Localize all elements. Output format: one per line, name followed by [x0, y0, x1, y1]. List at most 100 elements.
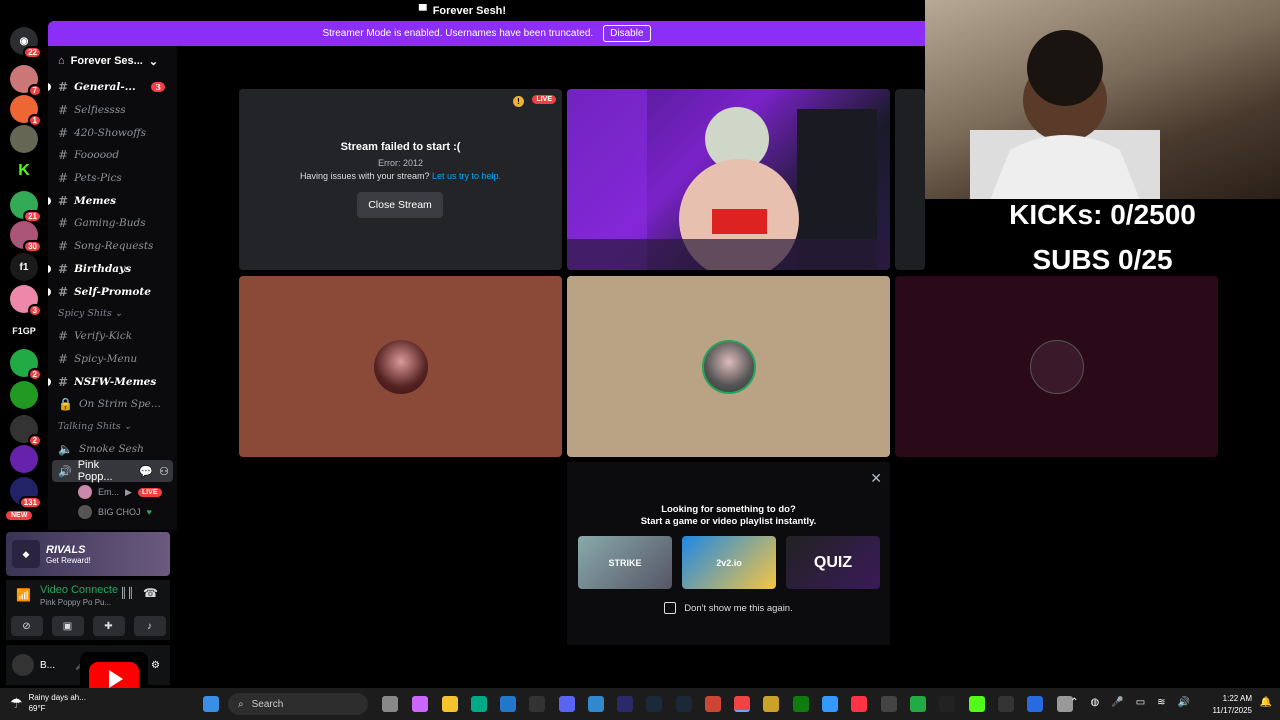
channel-item[interactable]: # Birthdays: [48, 258, 177, 281]
server-icon-4[interactable]: 21: [10, 191, 42, 223]
soundboard-button[interactable]: ♪: [133, 616, 166, 636]
xbox-icon[interactable]: [793, 696, 809, 712]
epic-games-icon[interactable]: [529, 696, 545, 712]
start-icon[interactable]: [203, 696, 219, 712]
obs-icon[interactable]: [705, 696, 721, 712]
rivals-promo[interactable]: ◆ RIVALS Get Reward!: [6, 532, 170, 576]
network-icon[interactable]: ◍: [1091, 697, 1100, 708]
active-voice-channel[interactable]: 🔊 Pink Popp... 💬 ⚇: [52, 459, 173, 483]
server-icon-7[interactable]: 2: [10, 349, 42, 381]
server-icon-10[interactable]: [10, 445, 38, 473]
channel-item[interactable]: # Foooood: [48, 144, 177, 167]
game-card-strike[interactable]: STRIKE: [578, 536, 672, 589]
app-icon[interactable]: [588, 696, 604, 712]
game-card-quiz[interactable]: QUIZ: [786, 536, 880, 589]
notification-icon[interactable]: 🔔: [1260, 697, 1272, 708]
channel-label: Song-Requests: [74, 240, 154, 253]
stream-tile-failed[interactable]: ! LIVE Stream failed to start :( Error: …: [239, 89, 562, 270]
volume-icon[interactable]: 🔊: [1178, 697, 1190, 708]
participant-tile-2[interactable]: [567, 276, 890, 457]
disable-button[interactable]: Disable: [603, 25, 651, 42]
channel-item[interactable]: # Verify-Kick: [48, 325, 177, 348]
channel-item[interactable]: # General-... 3: [48, 76, 177, 99]
chevron-up-icon[interactable]: ⌃: [1070, 697, 1078, 708]
chrome-icon[interactable]: [734, 696, 750, 712]
voice-user[interactable]: BIG CHOJ ♥: [48, 502, 177, 522]
file-explorer-icon[interactable]: [442, 696, 458, 712]
category-talking[interactable]: Talking Shits ⌄: [48, 416, 177, 438]
channel-item[interactable]: # Self-Promote: [48, 280, 177, 303]
f1gp-server-icon[interactable]: F1GP: [10, 317, 38, 345]
app-icon[interactable]: [881, 696, 897, 712]
app-icon[interactable]: [822, 696, 838, 712]
store-icon[interactable]: [500, 696, 516, 712]
voice-channel-smoke-sesh[interactable]: 🔈 Smoke Sesh: [48, 438, 177, 461]
dont-show-again[interactable]: Don't show me this again.: [567, 602, 890, 614]
wifi-icon[interactable]: ≋: [1157, 697, 1165, 708]
participant-tile-3[interactable]: [895, 276, 1218, 457]
activities-button[interactable]: ✚: [92, 616, 125, 636]
channel-item[interactable]: # Spicy-Menu: [48, 348, 177, 371]
display-icon[interactable]: ▭: [1136, 697, 1145, 708]
channel-item[interactable]: # Gaming-Buds: [48, 212, 177, 235]
steam-icon[interactable]: [676, 696, 692, 712]
stream-tile-video[interactable]: [567, 89, 890, 270]
server-icon-6[interactable]: 3: [10, 285, 42, 317]
channel-item[interactable]: # NSFW-Memes: [48, 370, 177, 393]
add-user-icon[interactable]: ⚇: [159, 465, 169, 478]
edge-icon[interactable]: [471, 696, 487, 712]
app-icon[interactable]: [763, 696, 779, 712]
help-link[interactable]: Let us try to help.: [432, 171, 501, 181]
channel-item[interactable]: # Selfiessss: [48, 99, 177, 122]
channel-item[interactable]: # Pets-Pics: [48, 167, 177, 190]
copilot-icon[interactable]: [412, 696, 428, 712]
direct-messages-icon[interactable]: ◉ 22: [10, 27, 42, 59]
disconnect-icon[interactable]: ☎: [143, 586, 158, 600]
server-icon-9[interactable]: 2: [10, 415, 42, 447]
dont-show-checkbox[interactable]: [664, 602, 677, 614]
clock[interactable]: 1:22 AM 11/17/2025: [1213, 693, 1252, 717]
channel-item[interactable]: # Song-Requests: [48, 235, 177, 258]
close-icon[interactable]: ✕: [870, 470, 882, 487]
noise-icon[interactable]: ║║: [120, 588, 134, 599]
gear-icon[interactable]: ⚙: [151, 660, 160, 671]
kick-server-icon[interactable]: K: [10, 157, 38, 185]
server-icon-11[interactable]: 131: [10, 477, 42, 509]
chat-icon[interactable]: 💬: [139, 465, 153, 478]
camera-off-button[interactable]: ⊘: [10, 616, 43, 636]
discord-icon[interactable]: [559, 696, 575, 712]
game-card-2v2[interactable]: 2v2.io: [682, 536, 776, 589]
stream-tile-partial[interactable]: [895, 89, 925, 270]
share-screen-button[interactable]: ▣: [51, 616, 84, 636]
app-icon[interactable]: [939, 696, 955, 712]
channel-item[interactable]: #420-Showoffs: [48, 121, 177, 144]
music-icon[interactable]: [851, 696, 867, 712]
server-icon-2[interactable]: 1: [10, 95, 42, 127]
server-icon-1[interactable]: 7: [10, 65, 42, 97]
kick-icon[interactable]: [969, 696, 985, 712]
lightroom-icon[interactable]: [646, 696, 662, 712]
voice-channel-name[interactable]: Pink Poppy Po Pu...: [40, 598, 111, 607]
app-icon[interactable]: [910, 696, 926, 712]
server-icon-8[interactable]: [10, 381, 38, 409]
premiere-icon[interactable]: [617, 696, 633, 712]
server-icon-3[interactable]: [10, 125, 38, 153]
participant-tile-1[interactable]: [239, 276, 562, 457]
close-stream-button[interactable]: Close Stream: [357, 192, 443, 218]
epic-games-icon[interactable]: [998, 696, 1014, 712]
weather-widget[interactable]: ☂ Rainy days ah... 69°F: [10, 692, 86, 714]
voice-status[interactable]: Video Connecte: [40, 584, 118, 596]
user-name[interactable]: B...: [40, 660, 55, 671]
avatar[interactable]: [12, 654, 34, 676]
channel-item[interactable]: # Memes: [48, 189, 177, 212]
search-box[interactable]: ⌕ Search: [228, 693, 368, 715]
channel-item[interactable]: 🔒 On Strim Spe...: [48, 393, 177, 416]
task-view-icon[interactable]: [382, 696, 398, 712]
voice-user[interactable]: Em... ▶ LIVE: [48, 482, 177, 502]
server-icon-5[interactable]: 30: [10, 221, 42, 253]
server-header[interactable]: ⌂ Forever Ses... ⌄: [48, 46, 177, 76]
category-spicy[interactable]: Spicy Shits ⌄: [48, 303, 177, 325]
meta-icon[interactable]: [1027, 696, 1043, 712]
microphone-icon[interactable]: 🎤: [1111, 697, 1123, 708]
f1-server-icon[interactable]: f1: [10, 253, 38, 281]
